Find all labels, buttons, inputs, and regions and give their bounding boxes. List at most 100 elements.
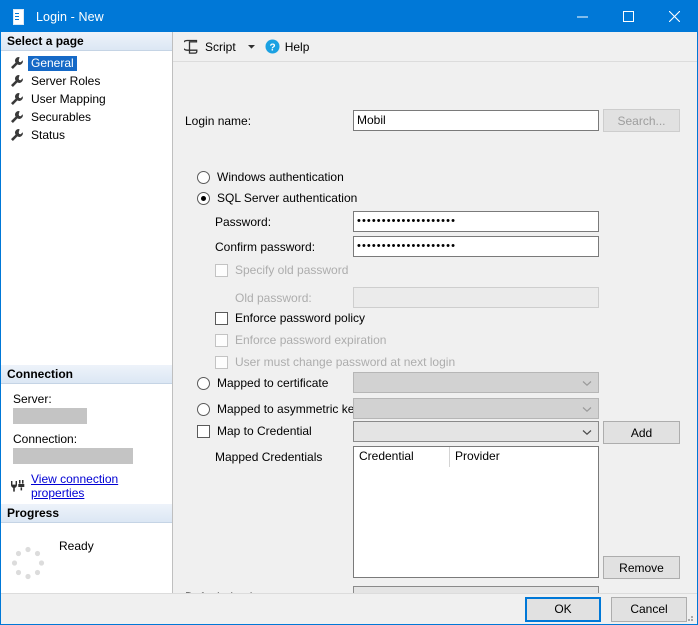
remove-button[interactable]: Remove <box>603 556 680 579</box>
asymmetric-key-dropdown[interactable] <box>353 398 599 419</box>
enforce-password-expiration-checkbox[interactable] <box>215 334 228 347</box>
script-label: Script <box>205 40 236 54</box>
server-value-redacted <box>13 408 87 424</box>
sql-server-authentication-option[interactable]: SQL Server authentication <box>197 191 357 205</box>
sql-server-authentication-label: SQL Server authentication <box>217 191 357 205</box>
page-list: General Server Roles User Mapping <box>1 51 172 144</box>
login-name-label: Login name: <box>185 114 251 128</box>
wrench-icon <box>9 128 24 142</box>
must-change-password-checkbox[interactable] <box>215 356 228 369</box>
windows-authentication-label: Windows authentication <box>217 170 344 184</box>
ok-button[interactable]: OK <box>525 597 601 622</box>
credential-dropdown[interactable] <box>353 421 599 442</box>
view-connection-properties-link[interactable]: View connection properties <box>31 472 172 500</box>
minimize-icon[interactable] <box>559 1 605 32</box>
maximize-icon[interactable] <box>605 1 651 32</box>
confirm-password-label: Confirm password: <box>215 240 315 254</box>
mapped-credentials-header: Credential Provider <box>354 447 598 467</box>
must-change-password-label: User must change password at next login <box>235 355 455 369</box>
script-button[interactable]: Script <box>181 36 239 58</box>
windows-authentication-option[interactable]: Windows authentication <box>197 170 344 184</box>
map-to-credential-label: Map to Credential <box>217 424 312 438</box>
add-button[interactable]: Add <box>603 421 680 444</box>
mapped-to-certificate-radio[interactable] <box>197 377 210 390</box>
password-input[interactable]: •••••••••••••••••••• <box>353 211 599 232</box>
sidebar-item-label: Status <box>28 128 68 143</box>
login-page-icon <box>11 9 27 25</box>
confirm-password-input[interactable]: •••••••••••••••••••• <box>353 236 599 257</box>
connection-header: Connection <box>1 365 172 384</box>
view-connection-properties-row[interactable]: View connection properties <box>9 472 172 500</box>
wrench-icon <box>9 74 24 88</box>
plug-icon <box>9 479 27 493</box>
toolbar: Script ? Help <box>173 32 697 62</box>
mapped-to-certificate-label: Mapped to certificate <box>217 376 328 390</box>
sidebar-item-label: General <box>28 56 77 71</box>
sidebar-spacer <box>1 144 172 365</box>
enforce-password-expiration-label: Enforce password expiration <box>235 333 386 347</box>
confirm-password-value: •••••••••••••••••••• <box>357 237 456 256</box>
wrench-icon <box>9 56 24 70</box>
mapped-to-asymmetric-key-label: Mapped to asymmetric key <box>217 402 360 416</box>
mapped-to-asymmetric-key-option[interactable]: Mapped to asymmetric key <box>197 402 360 416</box>
map-to-credential-option[interactable]: Map to Credential <box>197 424 312 438</box>
progress-section: Ready <box>1 523 172 593</box>
chevron-down-icon[interactable] <box>247 42 256 51</box>
sidebar-item-general[interactable]: General <box>1 54 172 72</box>
sidebar-item-server-roles[interactable]: Server Roles <box>1 72 172 90</box>
old-password-input[interactable] <box>353 287 599 308</box>
connection-section: Server: Connection: View connection prop… <box>1 384 172 504</box>
connection-value-redacted <box>13 448 133 464</box>
cancel-button[interactable]: Cancel <box>611 597 687 622</box>
must-change-password-option[interactable]: User must change password at next login <box>215 355 455 369</box>
enforce-password-expiration-option[interactable]: Enforce password expiration <box>215 333 386 347</box>
map-to-credential-checkbox[interactable] <box>197 425 210 438</box>
sidebar: Select a page General Server Roles <box>1 32 173 593</box>
close-icon[interactable] <box>651 1 697 32</box>
connection-label: Connection: <box>13 432 172 446</box>
specify-old-password-checkbox[interactable] <box>215 264 228 277</box>
column-header-provider: Provider <box>450 447 500 467</box>
enforce-password-policy-checkbox[interactable] <box>215 312 228 325</box>
windows-authentication-radio[interactable] <box>197 171 210 184</box>
chevron-down-icon <box>582 429 592 436</box>
help-button[interactable]: ? Help <box>262 36 313 58</box>
select-a-page-header: Select a page <box>1 32 172 51</box>
sidebar-item-status[interactable]: Status <box>1 126 172 144</box>
wrench-icon <box>9 110 24 124</box>
spinner-icon <box>11 546 45 580</box>
mapped-to-asymmetric-key-radio[interactable] <box>197 403 210 416</box>
general-form: Login name: Mobil Search... Windows auth… <box>173 62 697 593</box>
sidebar-item-user-mapping[interactable]: User Mapping <box>1 90 172 108</box>
mapped-to-certificate-option[interactable]: Mapped to certificate <box>197 376 328 390</box>
certificate-dropdown[interactable] <box>353 372 599 393</box>
wrench-icon <box>9 92 24 106</box>
chevron-down-icon <box>582 380 592 387</box>
specify-old-password-option[interactable]: Specify old password <box>215 263 348 277</box>
mapped-credentials-label: Mapped Credentials <box>215 450 322 464</box>
sql-server-authentication-radio[interactable] <box>197 192 210 205</box>
login-new-dialog: Login - New Select a page General <box>0 0 698 625</box>
script-icon <box>184 39 200 54</box>
sidebar-item-securables[interactable]: Securables <box>1 108 172 126</box>
search-button[interactable]: Search... <box>603 109 680 132</box>
mapped-credentials-list[interactable]: Credential Provider <box>353 446 599 578</box>
sidebar-item-label: User Mapping <box>28 92 109 107</box>
enforce-password-policy-label: Enforce password policy <box>235 311 365 325</box>
progress-header: Progress <box>1 504 172 523</box>
dialog-footer: OK Cancel <box>1 593 697 624</box>
login-name-input[interactable]: Mobil <box>353 110 599 131</box>
password-label: Password: <box>215 215 271 229</box>
sidebar-item-label: Server Roles <box>28 74 103 89</box>
enforce-password-policy-option[interactable]: Enforce password policy <box>215 311 365 325</box>
old-password-label: Old password: <box>235 291 312 305</box>
specify-old-password-label: Specify old password <box>235 263 348 277</box>
window-title: Login - New <box>36 10 559 24</box>
right-pane: Script ? Help Login name: <box>173 32 697 593</box>
chevron-down-icon <box>582 406 592 413</box>
title-bar: Login - New <box>1 1 697 32</box>
resize-grip-icon[interactable] <box>684 612 694 622</box>
column-header-credential: Credential <box>354 447 450 467</box>
help-icon: ? <box>265 39 280 54</box>
login-name-value: Mobil <box>357 111 386 130</box>
